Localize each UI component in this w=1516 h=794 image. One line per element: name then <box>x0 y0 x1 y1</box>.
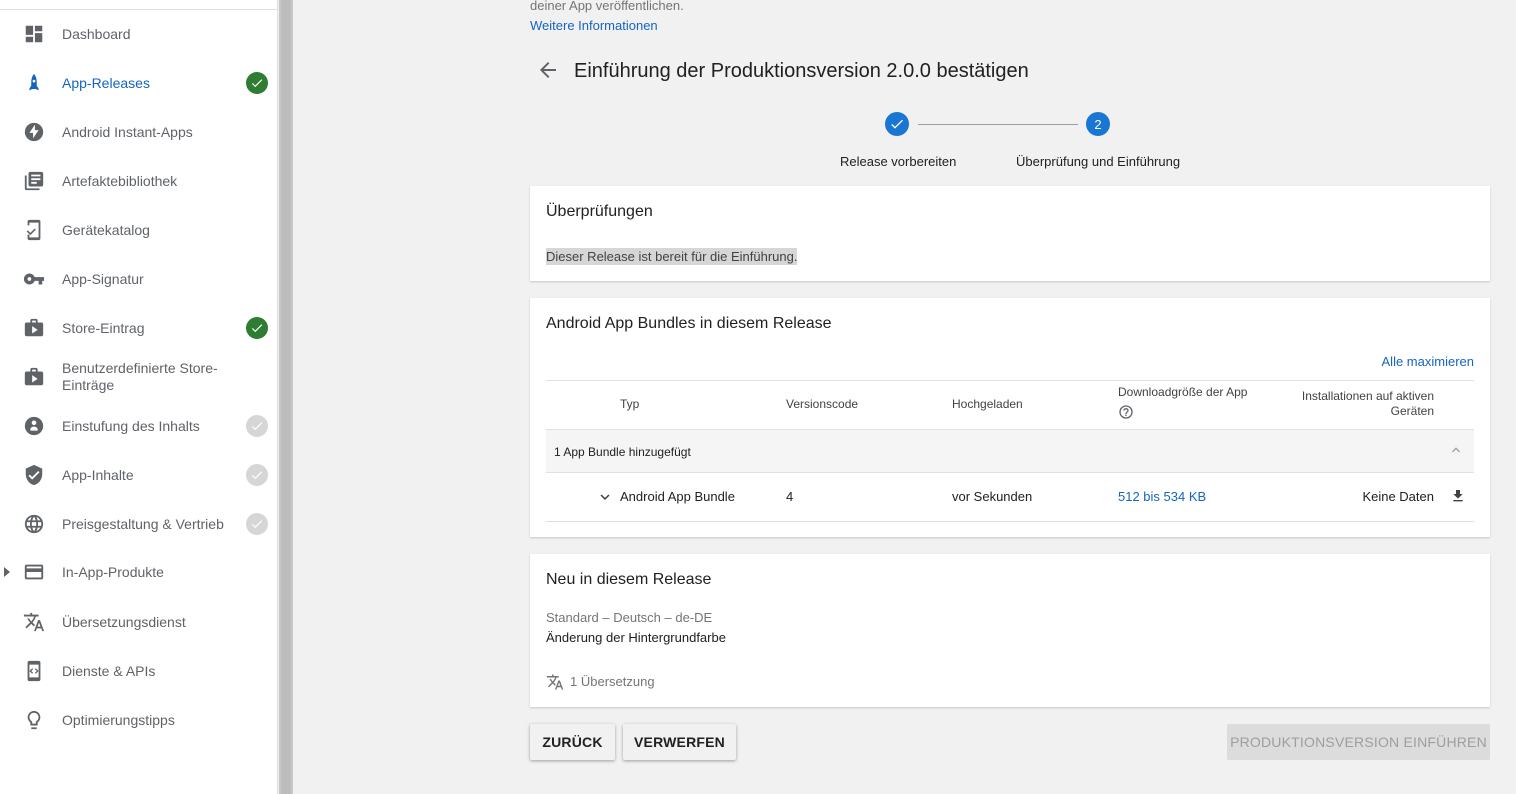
sidebar-item-services-apis[interactable]: Dienste & APIs <box>0 649 278 693</box>
sidebar-item-app-releases[interactable]: App-Releases <box>0 61 278 105</box>
sidebar-item-label: Benutzerdefinierte Store-Einträge <box>62 360 218 393</box>
sidebar-item-label: App-Releases <box>62 74 150 91</box>
store-icon <box>22 316 46 340</box>
help-icon[interactable] <box>1118 404 1134 420</box>
globe-icon <box>22 512 46 536</box>
bundles-card: Android App Bundles in diesem Release Al… <box>530 298 1490 537</box>
back-arrow-icon[interactable] <box>536 58 560 82</box>
translations-count[interactable]: 1 Übersetzung <box>570 674 655 689</box>
column-header-uploaded: Hochgeladen <box>952 397 1023 411</box>
step-2-indicator: 2 <box>1086 112 1110 136</box>
sidebar-item-artifact-library[interactable]: Artefaktebibliothek <box>0 159 278 203</box>
more-info-link[interactable]: Weitere Informationen <box>530 18 658 33</box>
sidebar-item-label: Übersetzungsdienst <box>62 613 186 630</box>
intro-text: deiner App veröffentlichen. <box>530 0 684 13</box>
check-circle-icon <box>246 415 268 437</box>
bundle-group-label: 1 App Bundle hinzugefügt <box>554 445 691 459</box>
bundle-type-cell: Android App Bundle <box>620 489 735 504</box>
chevron-up-icon[interactable] <box>1448 442 1464 458</box>
bundle-installs-cell: Keine Daten <box>1362 489 1434 504</box>
scrollbar-thumb[interactable] <box>281 0 291 794</box>
check-circle-icon <box>246 464 268 486</box>
bundle-download-size-link[interactable]: 512 bis 534 KB <box>1118 489 1206 504</box>
sidebar-item-instant-apps[interactable]: Android Instant-Apps <box>0 110 278 154</box>
column-header-installs: Installationen auf aktiven Geräten <box>1301 389 1434 418</box>
sidebar-item-app-content[interactable]: App-Inhalte <box>0 453 278 497</box>
sidebar-scrollbar[interactable] <box>279 0 293 794</box>
sidebar-item-label: Optimierungstipps <box>62 711 175 728</box>
column-header-download-size: Downloadgröße der App <box>1118 385 1268 424</box>
column-header-download-size-label: Downloadgröße der App <box>1118 385 1248 399</box>
sidebar-item-app-signing[interactable]: App-Signatur <box>0 257 278 301</box>
sidebar-item-store-listing[interactable]: Store-Eintrag <box>0 306 278 350</box>
sidebar-item-label: Store-Eintrag <box>62 319 145 336</box>
sidebar-divider <box>0 9 278 10</box>
rating-icon <box>22 414 46 438</box>
bolt-icon <box>22 120 46 144</box>
table-divider <box>546 380 1474 381</box>
api-icon <box>22 659 46 683</box>
bundle-uploaded-cell: vor Sekunden <box>952 489 1033 504</box>
release-notes-card: Neu in diesem Release Standard – Deutsch… <box>530 554 1490 707</box>
column-header-type: Typ <box>620 397 640 411</box>
sidebar-item-optimization-tips[interactable]: Optimierungstipps <box>0 698 278 742</box>
rollout-production-button[interactable]: PRODUKTIONSVERSION EINFÜHREN <box>1227 724 1490 760</box>
sidebar-item-translation-service[interactable]: Übersetzungsdienst <box>0 600 278 644</box>
chevron-down-icon[interactable] <box>596 488 614 506</box>
sidebar-item-content-rating[interactable]: Einstufung des Inhalts <box>0 404 278 448</box>
sidebar: Dashboard App-Releases Android Instant-A… <box>0 0 278 794</box>
card-icon <box>22 560 46 584</box>
back-button[interactable]: ZURÜCK <box>530 724 615 760</box>
sidebar-item-label: Dashboard <box>62 25 131 42</box>
table-divider <box>546 521 1474 522</box>
device-check-icon <box>22 218 46 242</box>
maximize-all-link[interactable]: Alle maximieren <box>1382 354 1474 369</box>
store-icon <box>22 365 46 389</box>
checks-message: Dieser Release ist bereit für die Einfüh… <box>546 248 798 265</box>
bundle-version-code-cell: 4 <box>786 489 794 504</box>
sidebar-item-label: In-App-Produkte <box>62 563 164 580</box>
release-notes-language: Standard – Deutsch – de-DE <box>546 610 713 625</box>
translate-icon <box>546 673 564 691</box>
library-icon <box>22 169 46 193</box>
step-1-check-icon <box>885 112 909 136</box>
sidebar-item-custom-store-listings[interactable]: Benutzerdefinierte Store-Einträge <box>0 355 278 399</box>
discard-button[interactable]: VERWERFEN <box>623 724 736 760</box>
column-header-version-code: Versionscode <box>786 397 859 411</box>
shield-icon <box>22 463 46 487</box>
step-2-label: Überprüfung und Einführung <box>1016 154 1181 169</box>
sidebar-item-label: Dienste & APIs <box>62 662 156 679</box>
sidebar-item-label: Gerätekatalog <box>62 221 150 238</box>
sidebar-item-label: Einstufung des Inhalts <box>62 417 200 434</box>
sidebar-item-dashboard[interactable]: Dashboard <box>0 12 278 56</box>
step-1-label: Release vorbereiten <box>840 154 957 169</box>
sidebar-item-label: Preisgestaltung & Vertrieb <box>62 515 224 532</box>
release-notes-text: Änderung der Hintergrundfarbe <box>546 630 726 645</box>
release-notes-title: Neu in diesem Release <box>546 571 712 588</box>
sidebar-item-label: Android Instant-Apps <box>62 123 193 140</box>
bundles-title: Android App Bundles in diesem Release <box>546 315 832 332</box>
sidebar-item-label: App-Inhalte <box>62 466 134 483</box>
key-icon <box>22 267 46 291</box>
dashboard-icon <box>22 22 46 46</box>
bundle-group-row[interactable]: 1 App Bundle hinzugefügt <box>546 429 1474 473</box>
expand-caret-icon[interactable] <box>4 567 10 577</box>
check-circle-icon <box>246 72 268 94</box>
checks-title: Überprüfungen <box>546 203 653 220</box>
translate-icon <box>22 610 46 634</box>
check-circle-icon <box>246 513 268 535</box>
sidebar-item-label: Artefaktebibliothek <box>62 172 178 189</box>
page-title: Einführung der Produktionsversion 2.0.0 … <box>574 60 1029 82</box>
download-icon[interactable] <box>1450 488 1466 504</box>
sidebar-item-pricing-distribution[interactable]: Preisgestaltung & Vertrieb <box>0 502 278 546</box>
check-circle-icon <box>246 317 268 339</box>
checks-card: Überprüfungen Dieser Release ist bereit … <box>530 186 1490 281</box>
sidebar-item-in-app-products[interactable]: In-App-Produkte <box>0 550 278 594</box>
rocket-icon <box>22 71 46 95</box>
lightbulb-icon <box>22 708 46 732</box>
stepper-connector <box>918 124 1078 125</box>
sidebar-item-label: App-Signatur <box>62 270 144 287</box>
sidebar-item-device-catalog[interactable]: Gerätekatalog <box>0 208 278 252</box>
